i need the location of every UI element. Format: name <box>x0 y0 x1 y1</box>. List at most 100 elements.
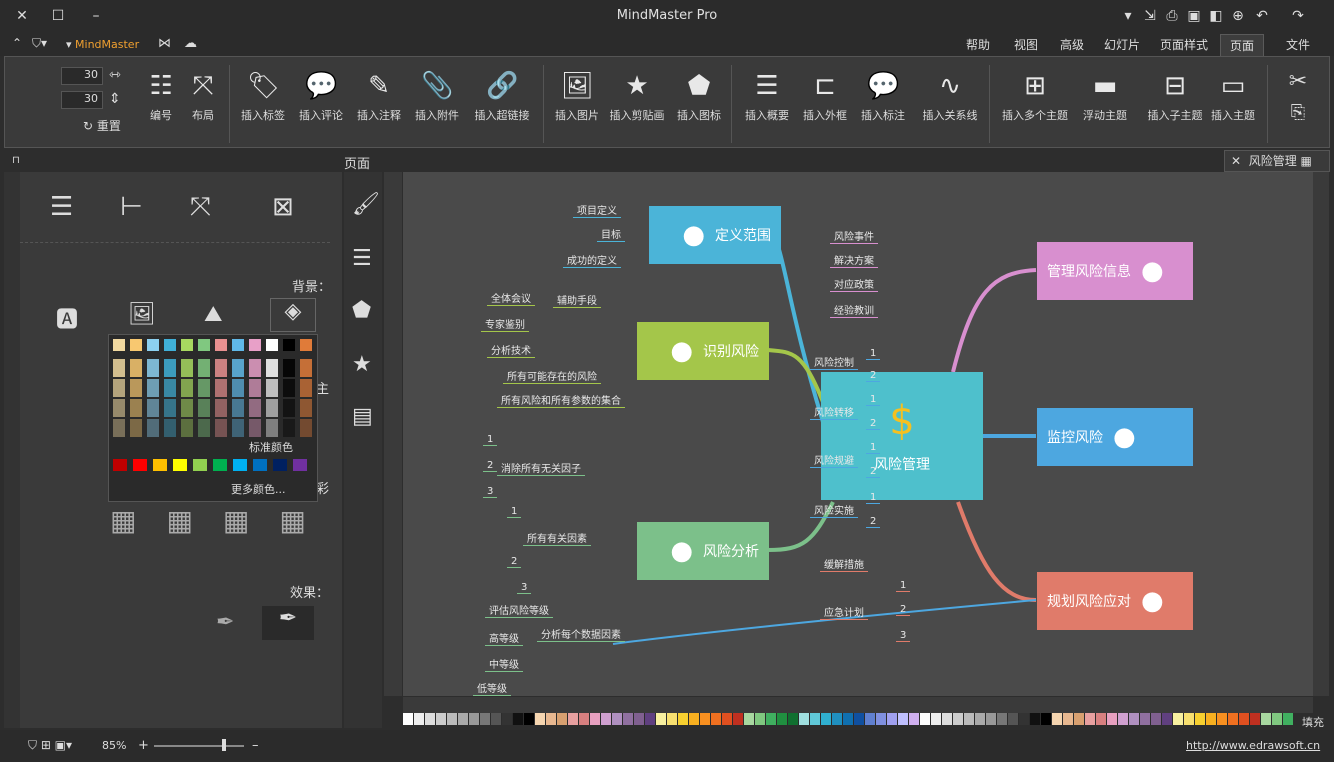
subtopic[interactable]: 项目定义 <box>573 202 621 218</box>
color-cell[interactable] <box>113 339 125 351</box>
palette-swatch[interactable] <box>1019 713 1029 725</box>
subtopic[interactable]: 专家鉴别 <box>481 316 529 332</box>
float-topic-button[interactable]: ▬ 浮动主题 <box>1077 67 1133 141</box>
dropdown-icon[interactable]: ▾ <box>1118 6 1138 26</box>
color-cell[interactable] <box>249 379 261 397</box>
palette-swatch[interactable] <box>634 713 644 725</box>
palette-swatch[interactable] <box>909 713 919 725</box>
subtopic[interactable]: 所有有关因素 <box>523 530 591 546</box>
standard-color-cell[interactable] <box>253 459 267 471</box>
subtopic[interactable]: 1 <box>507 506 522 518</box>
bg-fill-icon[interactable]: ◈ <box>270 298 316 332</box>
palette-swatch[interactable] <box>1140 713 1150 725</box>
spacing-input-2[interactable]: 30 <box>61 91 103 109</box>
standard-color-cell[interactable] <box>173 459 187 471</box>
clipart-panel-icon[interactable]: ★ <box>352 352 372 377</box>
topic-right-0[interactable]: 管理风险信息 ● <box>1037 242 1193 300</box>
subtopic[interactable]: 应急计划 <box>820 604 868 620</box>
insert-note-button[interactable]: ✎ 插入注释 <box>351 67 407 141</box>
layout-fishbone-icon[interactable]: ⊠ <box>272 192 294 222</box>
insert-relation-button[interactable]: ∿ 插入关系线 <box>917 67 983 141</box>
subtopic[interactable]: 风险转移 <box>810 404 858 420</box>
redo-icon[interactable]: ↷ <box>1288 6 1308 26</box>
color-cell[interactable] <box>215 359 227 377</box>
palette-swatch[interactable] <box>1041 713 1051 725</box>
palette-swatch[interactable] <box>1206 713 1216 725</box>
subtopic[interactable]: 2 <box>483 460 498 472</box>
central-topic[interactable]: $ 风险管理 <box>821 372 983 500</box>
palette-swatch[interactable] <box>579 713 589 725</box>
export-icon[interactable]: ⇲ <box>1140 6 1160 26</box>
palette-swatch[interactable] <box>810 713 820 725</box>
website-link[interactable]: http://www.edrawsoft.cn <box>1186 739 1320 752</box>
palette-swatch[interactable] <box>612 713 622 725</box>
palette-swatch[interactable] <box>1272 713 1282 725</box>
topic-left-2[interactable]: 风险分析 ● <box>637 522 769 580</box>
bg-text-icon[interactable]: 🅰 <box>56 302 78 334</box>
subtopic[interactable]: 经验教训 <box>830 302 878 318</box>
color-cell[interactable] <box>164 419 176 437</box>
color-cell[interactable] <box>164 359 176 377</box>
subtopic[interactable]: 全体会议 <box>487 290 535 306</box>
standard-color-cell[interactable] <box>293 459 307 471</box>
color-cell[interactable] <box>266 339 278 351</box>
cloud-icon[interactable]: ☁ <box>184 36 197 51</box>
subtopic[interactable]: 2 <box>866 370 881 382</box>
layout-tree-icon[interactable]: ⊢ <box>120 192 143 222</box>
topic-right-1[interactable]: 监控风险 ● <box>1037 408 1193 466</box>
color-cell[interactable] <box>300 339 312 351</box>
subtopic[interactable]: 分析每个数据因素 <box>537 626 625 642</box>
subtopic[interactable]: 消除所有无关因子 <box>497 460 585 476</box>
calendar-icon[interactable]: ▤ <box>352 404 373 429</box>
subtopic[interactable]: 分析技术 <box>487 342 535 358</box>
clipboard-group[interactable]: ✂ ⎘ <box>1273 69 1323 123</box>
reset-button[interactable]: ↻ 重置 <box>83 117 121 134</box>
tab-slides[interactable]: 幻灯片 <box>1098 34 1146 56</box>
palette-swatch[interactable] <box>689 713 699 725</box>
subtopic[interactable]: 高等级 <box>485 630 523 646</box>
palette-swatch[interactable] <box>843 713 853 725</box>
color-cell[interactable] <box>113 419 125 437</box>
palette-swatch[interactable] <box>656 713 666 725</box>
color-cell[interactable] <box>232 419 244 437</box>
insert-image-button[interactable]: 🖼 插入图片 <box>549 67 605 141</box>
palette-swatch[interactable] <box>700 713 710 725</box>
palette-swatch[interactable] <box>403 713 413 725</box>
insert-summary-button[interactable]: ☰ 插入概要 <box>739 67 795 141</box>
doc-tab-risk[interactable]: ✕ 风险管理 ▦ <box>1224 150 1330 172</box>
tab-file[interactable]: 文件 <box>1276 34 1320 56</box>
color-cell[interactable] <box>215 379 227 397</box>
palette-swatch[interactable] <box>876 713 886 725</box>
zoom-thumb[interactable] <box>222 739 226 751</box>
palette-swatch[interactable] <box>854 713 864 725</box>
zoom-out-icon[interactable]: – <box>252 738 259 753</box>
open-icon[interactable]: ◧ <box>1206 6 1226 26</box>
subtopic[interactable]: 1 <box>896 580 911 592</box>
palette-swatch[interactable] <box>1250 713 1260 725</box>
outline-icon[interactable]: ☰ <box>352 246 372 271</box>
topic-right-2[interactable]: 规划风险应对 ● <box>1037 572 1193 630</box>
subtopic[interactable]: 1 <box>866 492 881 504</box>
bg-picture-icon[interactable]: ⛰ <box>204 302 222 327</box>
palette-swatch[interactable] <box>942 713 952 725</box>
palette-swatch[interactable] <box>920 713 930 725</box>
subtopic[interactable]: 缓解措施 <box>820 556 868 572</box>
numbering-button[interactable]: ☷ 编号 <box>141 67 181 141</box>
color-cell[interactable] <box>283 419 295 437</box>
spacing-input-1[interactable]: 30 <box>61 67 103 85</box>
subtopic[interactable]: 3 <box>517 582 532 594</box>
subtopic[interactable]: 风险实施 <box>810 502 858 518</box>
palette-swatch[interactable] <box>832 713 842 725</box>
palette-swatch[interactable] <box>1261 713 1271 725</box>
color-cell[interactable] <box>164 339 176 351</box>
color-cell[interactable] <box>249 419 261 437</box>
canvas-horizontal-scrollbar[interactable] <box>403 697 1313 713</box>
subtopic[interactable]: 3 <box>483 486 498 498</box>
color-palette-bar[interactable] <box>403 713 1301 729</box>
palette-swatch[interactable] <box>1151 713 1161 725</box>
collapse-ribbon-icon[interactable]: ⌃ <box>12 36 22 50</box>
insert-subtopic-button[interactable]: ⊟ 插入子主题 <box>1147 67 1203 141</box>
color-cell[interactable] <box>113 399 125 417</box>
palette-swatch[interactable] <box>513 713 523 725</box>
subtopic[interactable]: 2 <box>507 556 522 568</box>
